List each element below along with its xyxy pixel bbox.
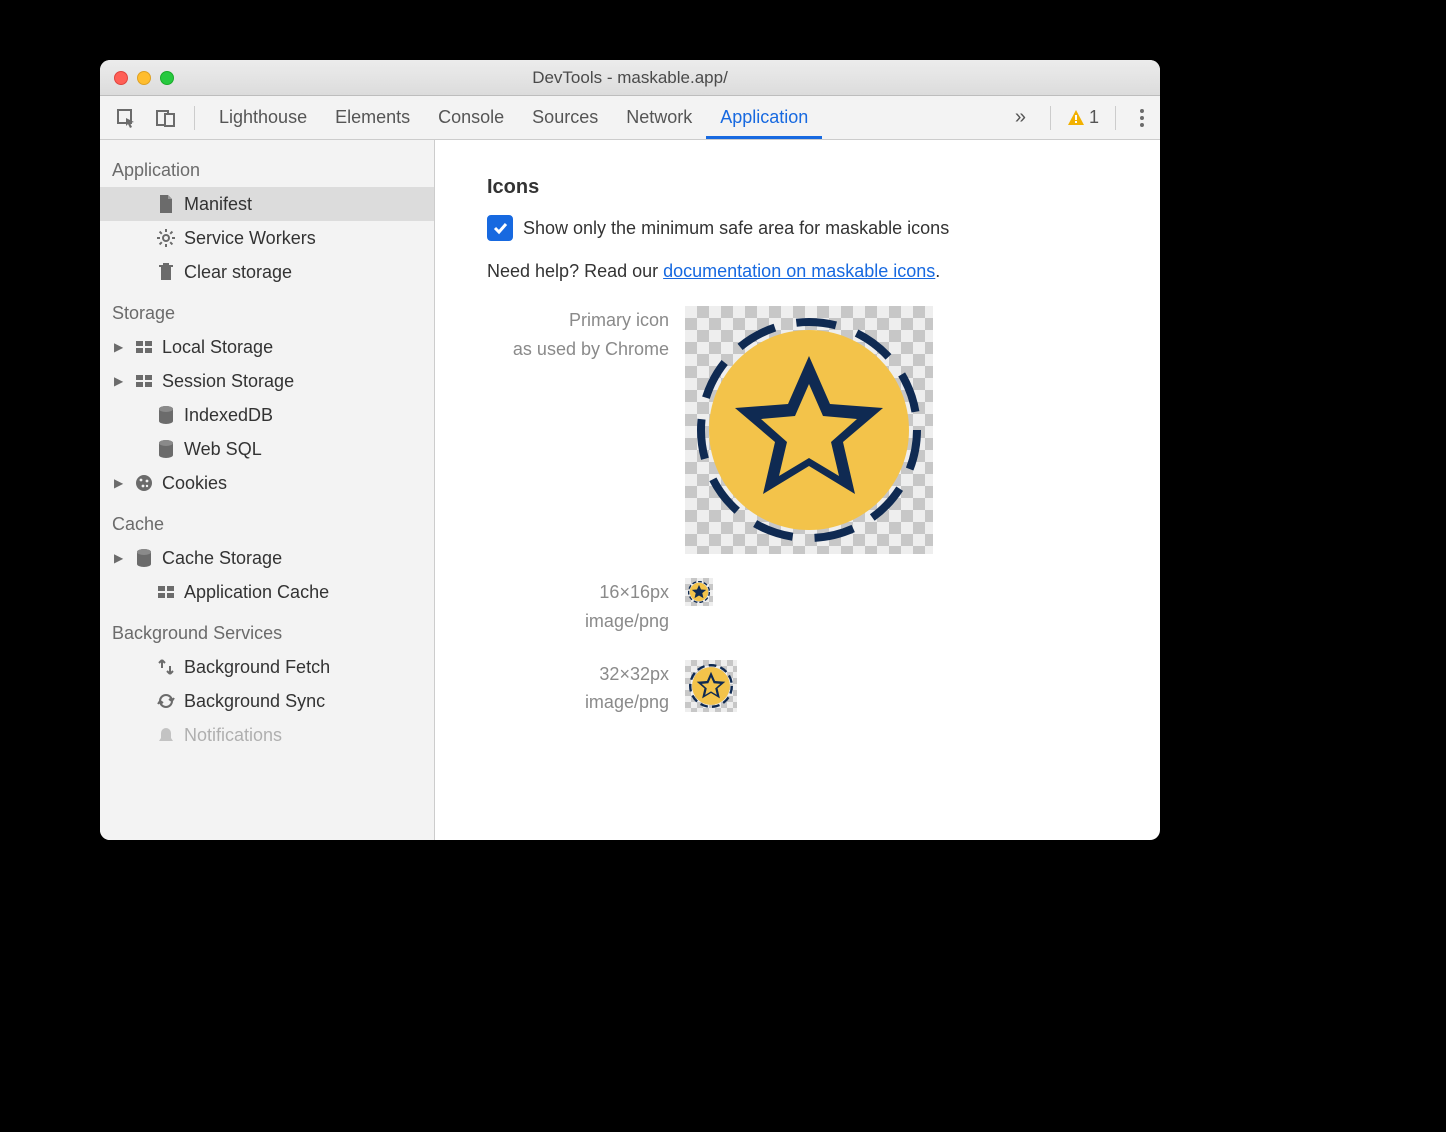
inspect-element-icon[interactable] [108,102,144,134]
sidebar: Application Manifest Service Workers [100,140,435,840]
sidebar-item-label: Web SQL [184,439,262,460]
gear-icon [156,229,176,247]
sidebar-item-cookies[interactable]: ▶ Cookies [100,466,434,500]
icon-row-16: 16×16px image/png [435,578,1160,636]
sidebar-item-manifest[interactable]: Manifest [100,187,434,221]
grid-icon [156,586,176,598]
database-icon [156,406,176,424]
sidebar-item-label: Background Fetch [184,657,330,678]
settings-kebab-button[interactable] [1132,103,1152,133]
file-icon [156,195,176,213]
primary-icon-label-2: as used by Chrome [435,335,669,364]
sidebar-item-indexeddb[interactable]: IndexedDB [100,398,434,432]
toolbar: Lighthouse Elements Console Sources Netw… [100,96,1160,140]
database-icon [134,549,154,567]
sidebar-item-label: Background Sync [184,691,325,712]
tab-network[interactable]: Network [612,96,706,139]
sidebar-section-cache: Cache [100,500,434,541]
devtools-window: DevTools - maskable.app/ Lighthouse Elem… [100,60,1160,840]
sidebar-item-label: Application Cache [184,582,329,603]
safe-area-checkbox-label: Show only the minimum safe area for mask… [523,218,949,239]
sidebar-item-web-sql[interactable]: Web SQL [100,432,434,466]
cookie-icon [134,474,154,492]
sidebar-item-local-storage[interactable]: ▶ Local Storage [100,330,434,364]
check-icon [492,220,508,236]
sync-icon [156,692,176,710]
sidebar-item-background-sync[interactable]: Background Sync [100,684,434,718]
sidebar-item-label: Notifications [184,725,282,746]
star-circle-icon [695,316,923,544]
main-panel: Icons Show only the minimum safe area fo… [435,140,1160,840]
sidebar-item-label: Cache Storage [162,548,282,569]
icon-size-label: 16×16px [435,578,669,607]
tab-sources[interactable]: Sources [518,96,612,139]
panel-tabs: Lighthouse Elements Console Sources Netw… [205,96,822,139]
primary-icon-label-1: Primary icon [435,306,669,335]
trash-icon [156,263,176,281]
titlebar: DevTools - maskable.app/ [100,60,1160,96]
toolbar-divider [1115,106,1116,130]
chevron-right-icon: ▶ [114,551,126,565]
warnings-badge[interactable]: 1 [1067,107,1099,128]
tabs-overflow-button[interactable]: » [1007,100,1034,135]
primary-icon-preview [685,306,933,554]
icon-mime-label: image/png [435,607,669,636]
help-text: Need help? Read our documentation on mas… [435,261,1160,282]
device-toggle-icon[interactable] [148,102,184,134]
primary-icon-row: Primary icon as used by Chrome [435,306,1160,554]
sidebar-item-label: Service Workers [184,228,316,249]
grid-icon [134,375,154,387]
safe-area-checkbox-row[interactable]: Show only the minimum safe area for mask… [435,215,1160,241]
sidebar-item-label: Clear storage [184,262,292,283]
tab-console[interactable]: Console [424,96,518,139]
sidebar-item-cache-storage[interactable]: ▶ Cache Storage [100,541,434,575]
window-title: DevTools - maskable.app/ [100,68,1160,88]
tab-elements[interactable]: Elements [321,96,424,139]
tab-application[interactable]: Application [706,96,822,139]
chevron-right-icon: ▶ [114,374,126,388]
chevron-right-icon: ▶ [114,340,126,354]
tab-lighthouse[interactable]: Lighthouse [205,96,321,139]
sidebar-section-application: Application [100,146,434,187]
toolbar-divider [194,106,195,130]
icon-preview-16 [685,578,713,606]
sidebar-item-notifications[interactable]: Notifications [100,718,434,752]
sidebar-item-label: Session Storage [162,371,294,392]
safe-area-checkbox[interactable] [487,215,513,241]
icon-mime-label: image/png [435,688,669,717]
documentation-link[interactable]: documentation on maskable icons [663,261,935,281]
icon-row-32: 32×32px image/png [435,660,1160,718]
fetch-icon [156,658,176,676]
sidebar-item-session-storage[interactable]: ▶ Session Storage [100,364,434,398]
sidebar-item-clear-storage[interactable]: Clear storage [100,255,434,289]
sidebar-item-label: IndexedDB [184,405,273,426]
sidebar-item-label: Cookies [162,473,227,494]
warning-icon [1067,109,1085,127]
sidebar-section-bg-services: Background Services [100,609,434,650]
content-area: Application Manifest Service Workers [100,140,1160,840]
warning-count: 1 [1089,107,1099,128]
chevron-right-icon: ▶ [114,476,126,490]
grid-icon [134,341,154,353]
sidebar-section-storage: Storage [100,289,434,330]
toolbar-divider [1050,106,1051,130]
icon-preview-32 [685,660,737,712]
sidebar-item-label: Local Storage [162,337,273,358]
sidebar-item-background-fetch[interactable]: Background Fetch [100,650,434,684]
sidebar-item-label: Manifest [184,194,252,215]
star-circle-icon [689,664,733,708]
sidebar-item-service-workers[interactable]: Service Workers [100,221,434,255]
bell-icon [156,726,176,744]
database-icon [156,440,176,458]
section-heading-icons: Icons [435,176,1160,215]
icon-size-label: 32×32px [435,660,669,689]
sidebar-item-application-cache[interactable]: Application Cache [100,575,434,609]
star-circle-icon [688,581,710,603]
